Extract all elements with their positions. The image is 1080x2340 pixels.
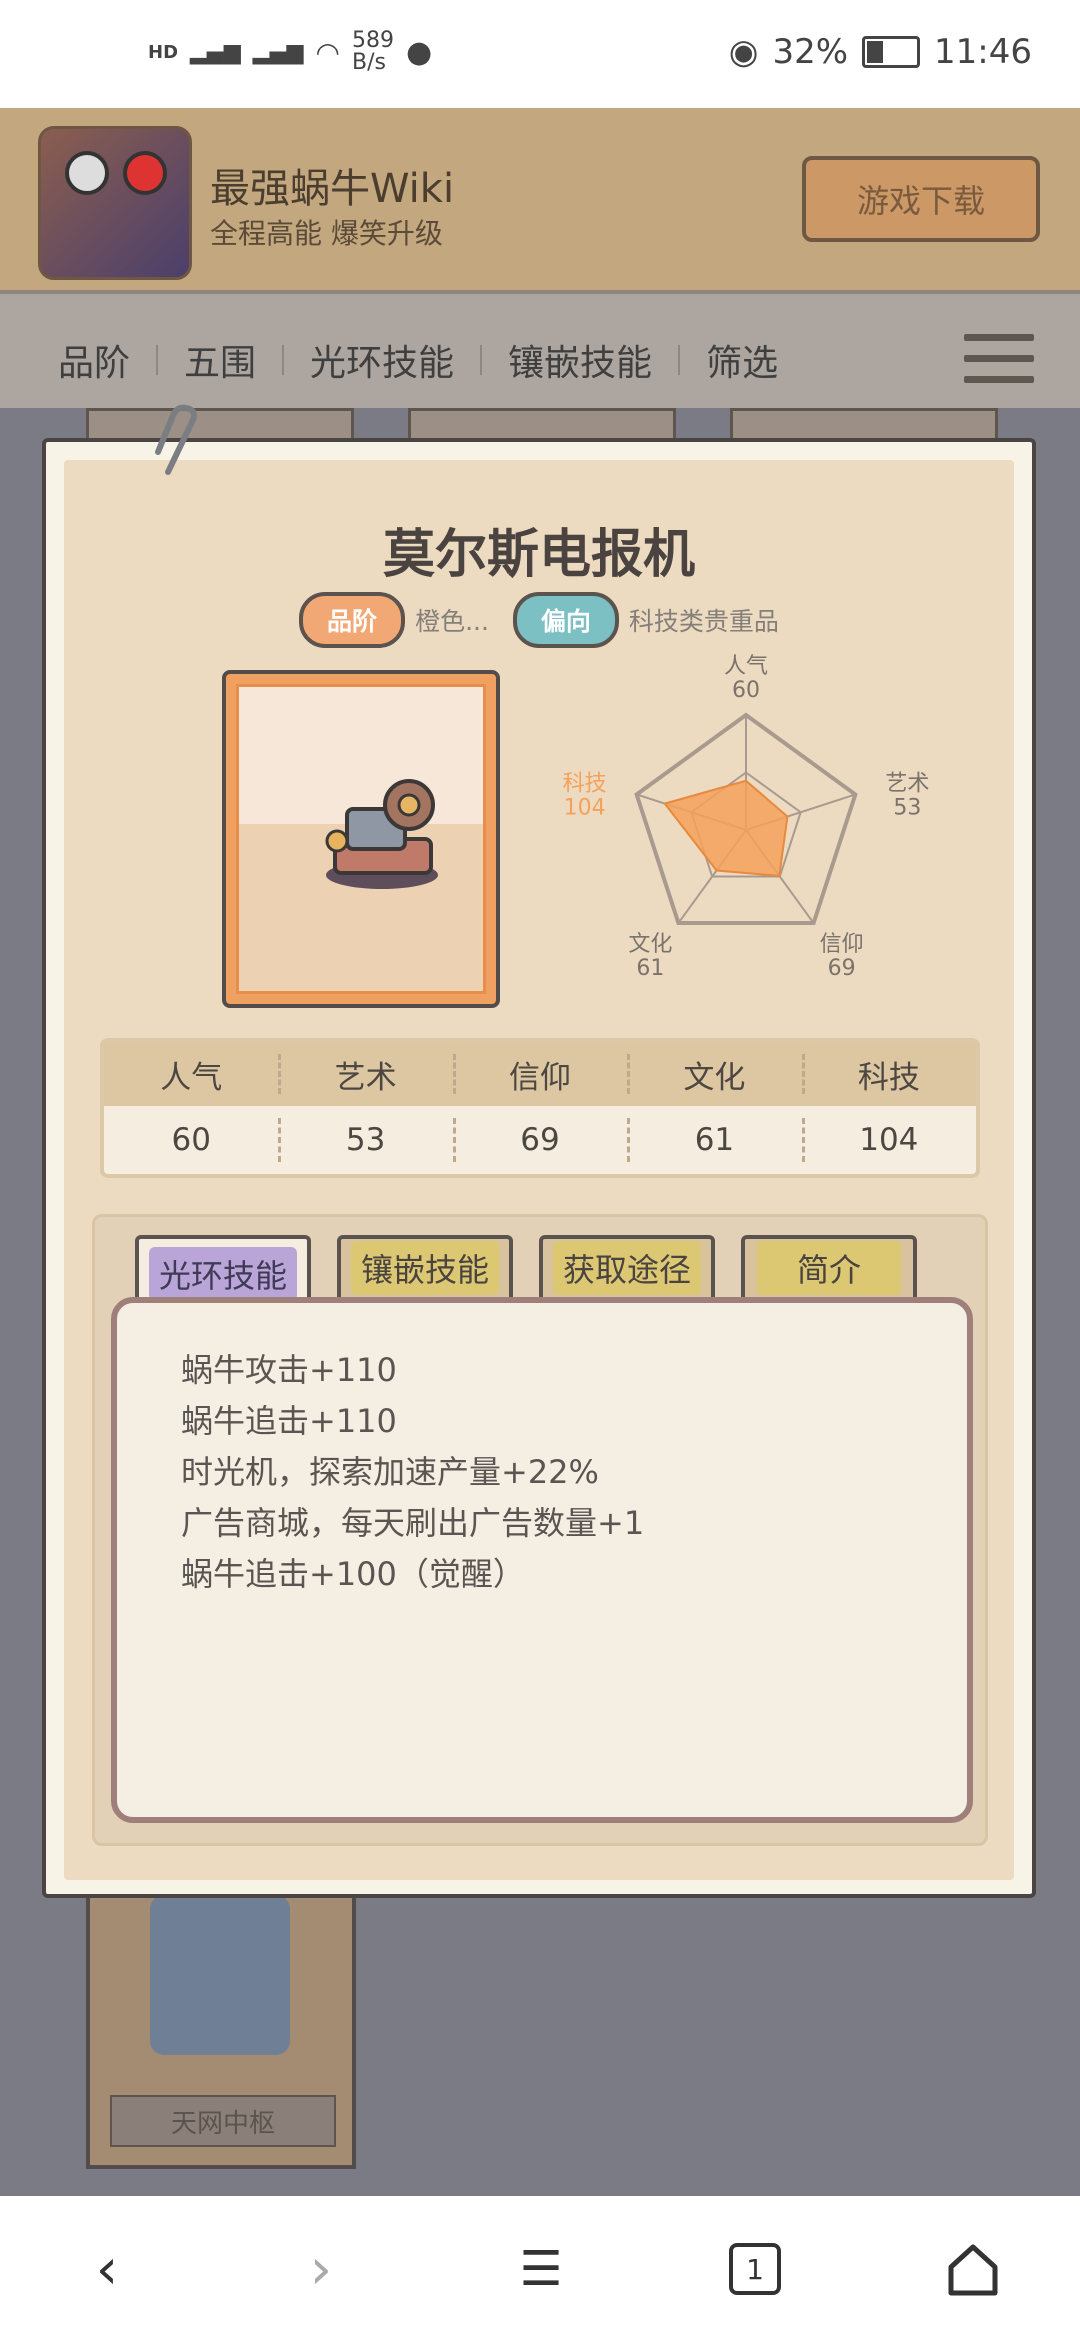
app-logo[interactable] bbox=[38, 126, 192, 280]
menu-icon[interactable] bbox=[964, 334, 1034, 384]
radar-label: 信仰 bbox=[820, 932, 864, 957]
tab-intro[interactable]: 简介 bbox=[741, 1235, 917, 1297]
item-image-bg bbox=[236, 684, 486, 994]
nav-item-stats[interactable]: 五围 bbox=[184, 334, 256, 386]
tab-acquire-method[interactable]: 获取途径 bbox=[539, 1235, 715, 1297]
radar-value: 69 bbox=[828, 956, 856, 981]
battery-percent: 32% bbox=[772, 32, 849, 72]
browser-bottom-nav: ‹ › ☰ 1 bbox=[0, 2196, 1080, 2340]
nav-divider bbox=[678, 345, 681, 375]
stat-header: 文化 bbox=[627, 1042, 801, 1106]
network-speed: 589 B/s bbox=[351, 28, 394, 75]
radar-value: 60 bbox=[732, 678, 760, 703]
skills-panel: 光环技能 镶嵌技能 获取途径 简介 蜗牛攻击+110 蜗牛追击+110 时光机，… bbox=[92, 1214, 988, 1846]
skill-list: 蜗牛攻击+110 蜗牛追击+110 时光机，探索加速产量+22% 广告商城，每天… bbox=[181, 1345, 644, 1600]
status-bar: HD ▂▄▆ ▂▄▆ ◠ 589 B/s ● ◉ 32% 11:46 bbox=[0, 0, 1080, 108]
stat-value: 104 bbox=[801, 1106, 976, 1174]
item-image bbox=[150, 1895, 290, 2055]
tab-switcher[interactable]: 1 bbox=[720, 2234, 790, 2304]
radar-label: 文化 bbox=[628, 932, 672, 957]
background-card-label: 天网中枢 bbox=[110, 2095, 336, 2147]
tab-count: 1 bbox=[729, 2243, 781, 2295]
skill-item: 时光机，探索加速产量+22% bbox=[181, 1453, 599, 1491]
nav-item-filter[interactable]: 筛选 bbox=[706, 334, 778, 386]
download-button[interactable]: 游戏下载 bbox=[802, 156, 1040, 242]
hd-icon: HD bbox=[148, 41, 179, 63]
stat-value: 60 bbox=[171, 1122, 211, 1158]
wifi-icon: ◠ bbox=[315, 35, 340, 69]
status-left: HD ▂▄▆ ▂▄▆ ◠ 589 B/s ● bbox=[148, 30, 432, 74]
stat-value: 53 bbox=[278, 1106, 452, 1174]
back-icon[interactable]: ‹ bbox=[72, 2234, 142, 2304]
status-right: ◉ 32% 11:46 bbox=[729, 32, 1032, 72]
stat-header: 信仰 bbox=[452, 1042, 627, 1106]
forward-icon[interactable]: › bbox=[286, 2234, 356, 2304]
home-icon[interactable] bbox=[938, 2234, 1008, 2304]
site-header: 最强蜗牛Wiki 全程高能 爆笑升级 游戏下载 bbox=[0, 108, 1080, 290]
menu-lines-icon[interactable]: ☰ bbox=[506, 2234, 576, 2304]
stat-header: 科技 bbox=[801, 1042, 976, 1106]
stats-header-row: 人气 艺术 信仰 文化 科技 bbox=[104, 1042, 976, 1106]
item-image-frame bbox=[222, 670, 500, 1008]
nav-item-grade[interactable]: 品阶 bbox=[58, 334, 130, 386]
radar-label: 艺术 bbox=[885, 771, 929, 796]
tag-row: 品阶 橙色... 偏向 科技类贵重品 bbox=[64, 592, 1014, 648]
clock: 11:46 bbox=[934, 32, 1032, 72]
nav-item-aura-skill[interactable]: 光环技能 bbox=[310, 334, 454, 386]
radar-value: 104 bbox=[564, 795, 606, 820]
skill-item: 蜗牛攻击+110 bbox=[181, 1351, 397, 1389]
skill-item: 广告商城，每天刷出广告数量+1 bbox=[181, 1504, 645, 1542]
skill-item: 蜗牛追击+110 bbox=[181, 1402, 397, 1440]
stats-value-row: 60 53 69 61 104 bbox=[104, 1106, 976, 1174]
paperclip-icon bbox=[155, 404, 197, 475]
modal-body: 莫尔斯电报机 品阶 橙色... 偏向 科技类贵重品 人气 60 艺术 53 信仰 69 文化… bbox=[64, 460, 1014, 1880]
grade-pill: 品阶 bbox=[299, 592, 406, 648]
telegraph-machine-icon bbox=[325, 779, 438, 889]
message-icon: ● bbox=[405, 34, 433, 70]
app-title[interactable]: 最强蜗牛Wiki bbox=[210, 156, 454, 214]
stat-header: 人气 bbox=[160, 1059, 223, 1096]
item-detail-modal: 莫尔斯电报机 品阶 橙色... 偏向 科技类贵重品 人气 60 艺术 53 信仰 69 文化… bbox=[42, 438, 1036, 1898]
stat-value: 69 bbox=[452, 1106, 627, 1174]
stat-header: 艺术 bbox=[278, 1042, 452, 1106]
nav-divider bbox=[480, 345, 483, 375]
radar-chart: 人气60 艺术53 信仰69 文化61 科技104 bbox=[563, 654, 930, 981]
battery-icon bbox=[862, 36, 921, 68]
app-subtitle: 全程高能 爆笑升级 bbox=[210, 217, 443, 250]
radar-label: 人气 bbox=[724, 654, 768, 679]
background-item-card[interactable]: 天网中枢 bbox=[86, 1885, 356, 2169]
nav-divider bbox=[282, 345, 285, 375]
signal-icon: ▂▄▆ bbox=[190, 39, 241, 65]
signal-icon-2: ▂▄▆ bbox=[252, 39, 304, 65]
nav-divider bbox=[156, 345, 159, 375]
grade-value: 橙色... bbox=[415, 607, 489, 636]
stats-table: 人气 艺术 信仰 文化 科技 60 53 69 61 104 bbox=[100, 1038, 980, 1178]
item-title: 莫尔斯电报机 bbox=[382, 525, 695, 585]
nav-items: 品阶 五围 光环技能 镶嵌技能 筛选 bbox=[58, 334, 778, 386]
radar-value-area bbox=[663, 779, 789, 877]
skill-content-box: 蜗牛攻击+110 蜗牛追击+110 时光机，探索加速产量+22% 广告商城，每天… bbox=[111, 1297, 973, 1823]
radar-value: 53 bbox=[893, 795, 921, 820]
stat-value: 61 bbox=[627, 1106, 801, 1174]
nav-item-inlay-skill[interactable]: 镶嵌技能 bbox=[508, 334, 652, 386]
skill-item: 蜗牛追击+100（觉醒） bbox=[181, 1555, 525, 1593]
bias-value: 科技类贵重品 bbox=[628, 607, 779, 636]
filter-nav: 品阶 五围 光环技能 镶嵌技能 筛选 bbox=[0, 290, 1080, 408]
radar-value: 61 bbox=[636, 956, 664, 981]
eye-icon: ◉ bbox=[728, 32, 759, 72]
tab-inlay-skill[interactable]: 镶嵌技能 bbox=[337, 1235, 513, 1297]
radar-label: 科技 bbox=[563, 771, 607, 796]
bias-pill: 偏向 bbox=[512, 592, 619, 648]
